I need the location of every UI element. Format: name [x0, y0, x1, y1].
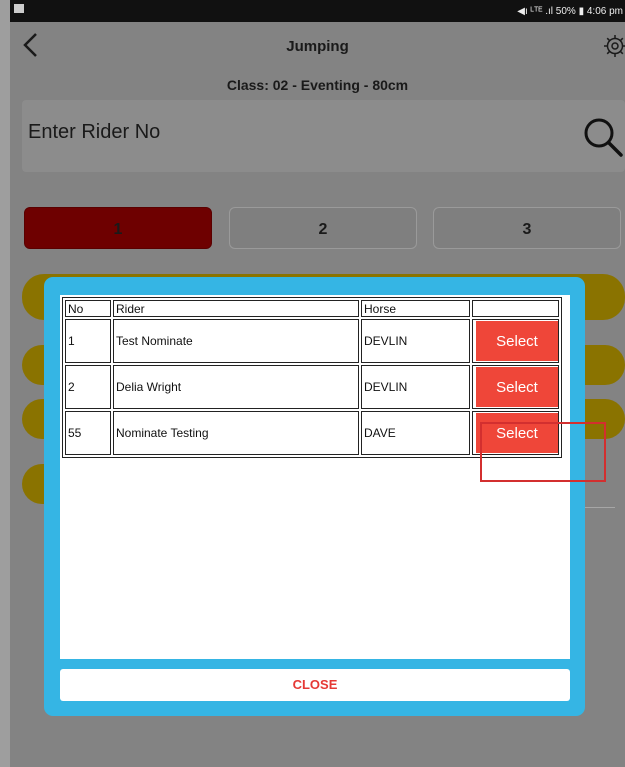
- select-button[interactable]: Select: [476, 321, 558, 361]
- status-bar: ◀ı ᴸᵀᴱ .ıl 50% ▮ 4:06 pm: [10, 0, 625, 22]
- table-header-row: No Rider Horse: [65, 300, 559, 317]
- action-cell: Select: [472, 319, 559, 363]
- table-row: 2 Delia Wright DEVLIN Select: [65, 365, 559, 409]
- column-header-horse: Horse: [361, 300, 470, 317]
- rider-name: Delia Wright: [113, 365, 359, 409]
- rider-number: 1: [65, 319, 111, 363]
- search-placeholder: Enter Rider No: [28, 121, 161, 143]
- status-indicators: ◀ı ᴸᵀᴱ .ıl 50% ▮ 4:06 pm: [517, 6, 623, 17]
- rider-number: 2: [65, 365, 111, 409]
- close-button[interactable]: CLOSE: [60, 669, 570, 701]
- tab-2[interactable]: 2: [229, 207, 417, 249]
- search-field[interactable]: Enter Rider No: [22, 100, 625, 172]
- column-header-rider: Rider: [113, 300, 359, 317]
- highlight-annotation-box: [480, 422, 606, 482]
- select-button[interactable]: Select: [476, 367, 558, 407]
- column-header-no: No: [65, 300, 111, 317]
- class-subtitle: Class: 02 - Eventing - 80cm: [226, 77, 409, 93]
- rider-name: Nominate Testing: [113, 411, 359, 455]
- rider-select-dialog: No Rider Horse 1 Test Nominate DEVLIN Se…: [44, 277, 606, 716]
- dialog-content: No Rider Horse 1 Test Nominate DEVLIN Se…: [60, 295, 606, 659]
- rider-name: Test Nominate: [113, 319, 359, 363]
- horse-name: DAVE: [361, 411, 470, 455]
- image-notification-icon: [14, 4, 24, 13]
- gear-icon[interactable]: [603, 34, 625, 58]
- search-icon[interactable]: [582, 116, 624, 158]
- tab-1[interactable]: 1: [24, 207, 212, 249]
- tab-3[interactable]: 3: [433, 207, 621, 249]
- horse-name: DEVLIN: [361, 365, 470, 409]
- rider-number: 55: [65, 411, 111, 455]
- table-row: 1 Test Nominate DEVLIN Select: [65, 319, 559, 363]
- column-header-action: [472, 300, 559, 317]
- page-title: Jumping: [286, 38, 349, 55]
- horse-name: DEVLIN: [361, 319, 470, 363]
- round-tabs: 1 2 3: [24, 207, 625, 251]
- action-cell: Select: [472, 365, 559, 409]
